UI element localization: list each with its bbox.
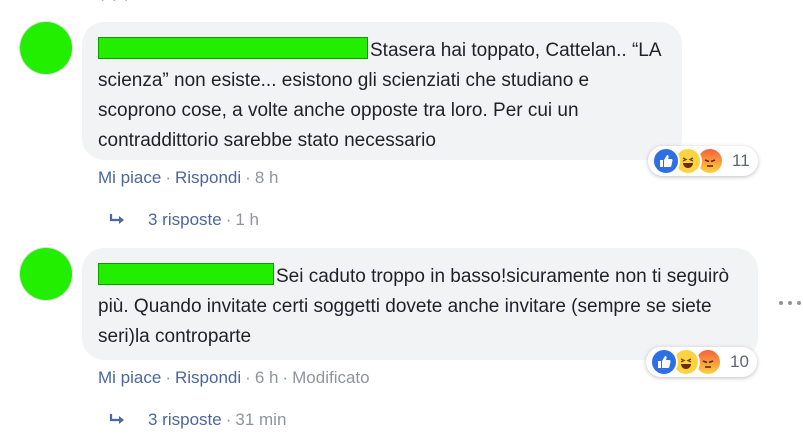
replies-timestamp: 31 min	[235, 410, 287, 429]
replies-timestamp: 1 h	[235, 210, 260, 229]
edited-label[interactable]: Modificato	[292, 368, 369, 387]
more-options-icon[interactable]	[779, 297, 801, 309]
replies-count-link[interactable]: 3 risposte	[148, 210, 222, 230]
view-replies[interactable]: 3 risposte · 31 min	[108, 410, 286, 430]
separator: ·	[225, 410, 232, 429]
separator: ·	[245, 368, 251, 387]
comment-timestamp[interactable]: 6 h	[255, 368, 279, 387]
separator: ·	[165, 368, 171, 387]
comment-timestamp[interactable]: 8 h	[255, 168, 279, 187]
avatar[interactable]	[20, 248, 72, 300]
comment-actions: Mi piace · Rispondi · 6 h · Modificato	[98, 368, 370, 388]
reaction-count: 11	[732, 151, 750, 170]
redacted-author-name[interactable]	[98, 263, 274, 285]
like-button[interactable]: Mi piace	[98, 168, 161, 187]
reaction-count: 10	[730, 352, 749, 371]
comment-actions: Mi piace · Rispondi · 8 h	[98, 168, 278, 188]
comment-bubble: Stasera hai toppato, Cattelan.. “LA scie…	[82, 22, 682, 160]
separator: ·	[225, 210, 232, 229]
separator: ·	[165, 168, 171, 187]
reply-arrow-icon	[108, 213, 126, 227]
reply-arrow-icon	[108, 413, 126, 427]
view-replies[interactable]: 3 risposte · 1 h	[108, 210, 259, 230]
reply-button[interactable]: Rispondi	[175, 168, 241, 187]
avatar[interactable]	[20, 22, 72, 74]
like-icon	[652, 147, 680, 175]
reactions-summary[interactable]: 10	[646, 347, 757, 377]
reactions-summary[interactable]: 11	[648, 146, 758, 176]
replies-count-link[interactable]: 3 risposte	[148, 410, 222, 430]
separator: ·	[245, 168, 251, 187]
like-icon	[650, 348, 678, 376]
redacted-author-name[interactable]	[98, 37, 368, 59]
like-button[interactable]: Mi piace	[98, 368, 161, 387]
reply-button[interactable]: Rispondi	[175, 368, 241, 387]
comment-bubble: Sei caduto troppo in basso!sicuramente n…	[82, 248, 758, 360]
previous-content-remnant: · · ·	[100, 0, 130, 9]
separator: ·	[282, 368, 289, 387]
